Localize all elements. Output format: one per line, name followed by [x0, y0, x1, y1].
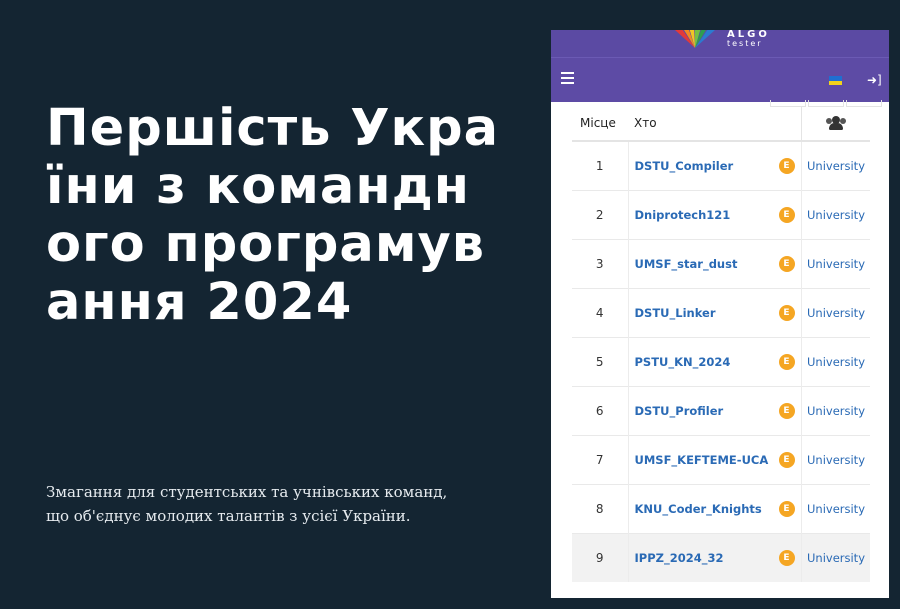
- row-place: 2: [572, 190, 628, 240]
- row-category-cell: University: [801, 140, 870, 191]
- standings-table: Місце Хто 1 DSTU_Compiler E University 2 Dnip…: [572, 106, 870, 582]
- row-badge-cell: E: [772, 190, 802, 240]
- category-link[interactable]: University: [807, 208, 865, 222]
- team-name-link[interactable]: DSTU_Compiler: [635, 159, 734, 173]
- eligibility-badge-icon: E: [778, 158, 795, 174]
- row-badge-cell: E: [772, 386, 802, 436]
- column-header-blank: [772, 106, 802, 142]
- mobile-screenshot: ALGO tester ➜] Місце Хто 1 DSTU_Compiler…: [551, 30, 889, 598]
- row-team-cell: UMSF_KEFTEME-UCA: [627, 435, 772, 485]
- row-team-cell: DSTU_Profiler: [627, 386, 772, 436]
- logo-fan-icon: [675, 30, 715, 48]
- row-team-cell: DSTU_Compiler: [627, 140, 772, 191]
- row-badge-cell: E: [772, 239, 802, 289]
- sign-in-icon[interactable]: ➜]: [867, 73, 882, 87]
- category-link[interactable]: University: [807, 404, 865, 418]
- navbar: ➜]: [551, 57, 889, 102]
- row-place: 7: [572, 435, 628, 485]
- row-place: 9: [572, 533, 628, 582]
- table-row: 2 Dniprotech121 E University: [572, 190, 870, 240]
- eligibility-badge-icon: E: [778, 207, 795, 223]
- eligibility-badge-icon: E: [778, 354, 795, 370]
- table-row: 4 DSTU_Linker E University: [572, 288, 870, 338]
- column-header-who[interactable]: Хто: [628, 106, 772, 142]
- eligibility-badge-icon: E: [778, 452, 795, 468]
- table-row: 5 PSTU_KN_2024 E University: [572, 337, 870, 387]
- algotester-logo[interactable]: ALGO tester: [671, 30, 770, 48]
- hero-subtitle: Змагання для студентських та учнівських …: [46, 483, 448, 525]
- pagination-remnant: [572, 100, 882, 107]
- team-name-link[interactable]: IPPZ_2024_32: [635, 551, 724, 565]
- team-name-link[interactable]: DSTU_Linker: [635, 306, 716, 320]
- row-badge-cell: E: [772, 288, 802, 338]
- hamburger-icon[interactable]: [561, 72, 574, 86]
- row-team-cell: PSTU_KN_2024: [627, 337, 772, 387]
- logo-text-algo: ALGO: [727, 30, 770, 40]
- eligibility-badge-icon: E: [778, 256, 795, 272]
- row-place: 6: [572, 386, 628, 436]
- row-category-cell: University: [801, 190, 870, 240]
- eligibility-badge-icon: E: [778, 305, 795, 321]
- logo-text-tester: tester: [727, 39, 763, 48]
- eligibility-badge-icon: E: [778, 550, 795, 566]
- category-link[interactable]: University: [807, 551, 865, 565]
- row-badge-cell: E: [772, 140, 802, 191]
- team-name-link[interactable]: UMSF_star_dust: [635, 257, 738, 271]
- row-category-cell: University: [801, 337, 870, 387]
- team-name-link[interactable]: DSTU_Profiler: [635, 404, 724, 418]
- category-link[interactable]: University: [807, 306, 865, 320]
- eligibility-badge-icon: E: [778, 403, 795, 419]
- row-category-cell: University: [801, 533, 870, 582]
- table-row: 3 UMSF_star_dust E University: [572, 239, 870, 289]
- team-name-link[interactable]: Dniprotech121: [635, 208, 731, 222]
- row-place: 8: [572, 484, 628, 534]
- row-badge-cell: E: [772, 533, 802, 582]
- hero-title: Першість України з командного програмува…: [46, 99, 500, 332]
- row-team-cell: IPPZ_2024_32: [627, 533, 772, 582]
- table-row: 1 DSTU_Compiler E University: [572, 140, 870, 191]
- row-badge-cell: E: [772, 484, 802, 534]
- users-icon: [826, 116, 846, 131]
- row-category-cell: University: [801, 239, 870, 289]
- category-link[interactable]: University: [807, 453, 865, 467]
- category-link[interactable]: University: [807, 502, 865, 516]
- row-category-cell: University: [801, 386, 870, 436]
- row-place: 5: [572, 337, 628, 387]
- category-link[interactable]: University: [807, 257, 865, 271]
- row-team-cell: UMSF_star_dust: [627, 239, 772, 289]
- eligibility-badge-icon: E: [778, 501, 795, 517]
- category-link[interactable]: University: [807, 159, 865, 173]
- row-badge-cell: E: [772, 435, 802, 485]
- team-name-link[interactable]: KNU_Coder_Knights: [635, 502, 762, 516]
- table-row: 7 UMSF_KEFTEME-UCA E University: [572, 435, 870, 485]
- row-category-cell: University: [801, 484, 870, 534]
- team-name-link[interactable]: PSTU_KN_2024: [635, 355, 731, 369]
- row-place: 3: [572, 239, 628, 289]
- column-header-place[interactable]: Місце: [572, 106, 628, 142]
- team-name-link[interactable]: UMSF_KEFTEME-UCA: [635, 453, 769, 467]
- app-header: ALGO tester: [551, 30, 889, 57]
- row-badge-cell: E: [772, 337, 802, 387]
- category-link[interactable]: University: [807, 355, 865, 369]
- standings-container: Місце Хто 1 DSTU_Compiler E University 2 Dnip…: [551, 100, 889, 582]
- row-category-cell: University: [801, 288, 870, 338]
- row-team-cell: KNU_Coder_Knights: [627, 484, 772, 534]
- row-category-cell: University: [801, 435, 870, 485]
- table-row: 6 DSTU_Profiler E University: [572, 386, 870, 436]
- row-place: 1: [572, 140, 628, 191]
- row-place: 4: [572, 288, 628, 338]
- ukraine-flag-icon[interactable]: [829, 76, 842, 85]
- column-header-team[interactable]: [801, 106, 870, 142]
- row-team-cell: Dniprotech121: [627, 190, 772, 240]
- table-row: 8 KNU_Coder_Knights E University: [572, 484, 870, 534]
- table-row: 9 IPPZ_2024_32 E University: [572, 533, 870, 582]
- table-header-row: Місце Хто: [572, 106, 870, 142]
- row-team-cell: DSTU_Linker: [627, 288, 772, 338]
